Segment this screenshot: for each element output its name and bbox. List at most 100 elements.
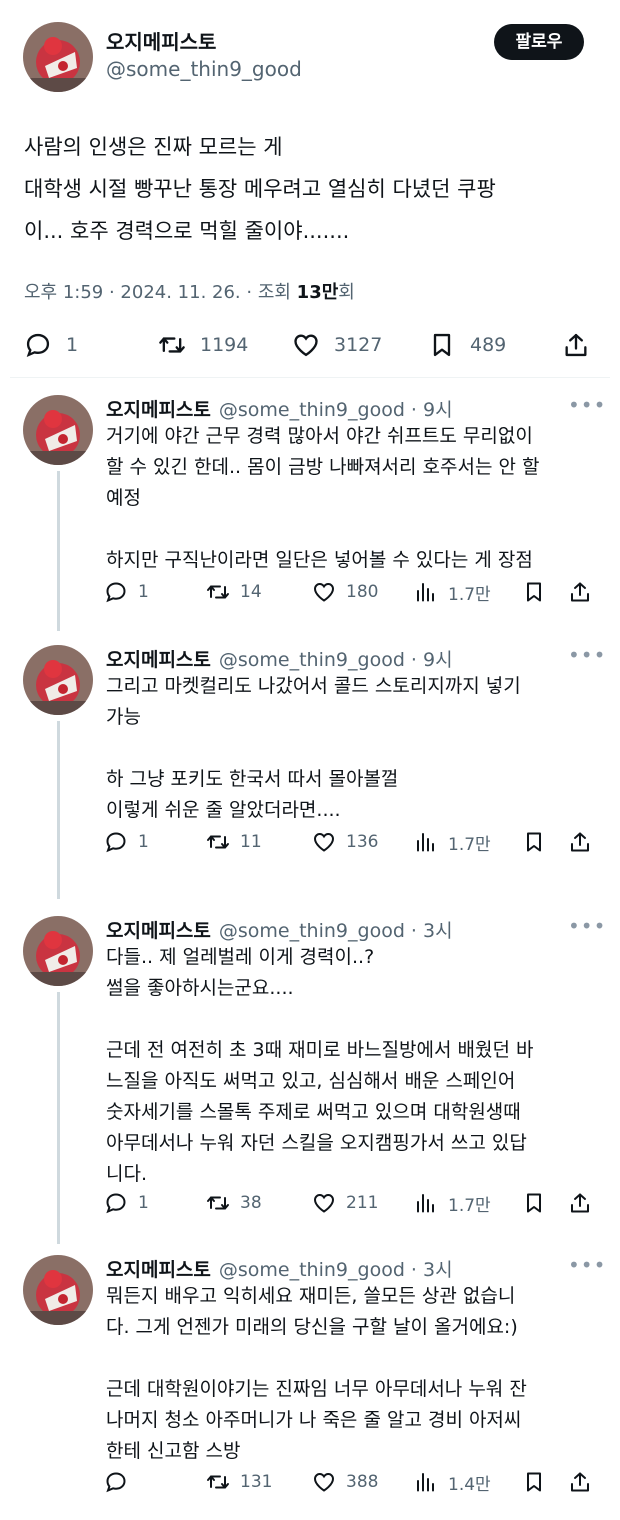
reply-header: 오지메피스토 @some_thin9_good · 9시 [106, 395, 453, 422]
views-button[interactable]: 1.4만 [414, 1467, 491, 1497]
reply-button[interactable]: 1 [104, 827, 149, 857]
reply-text-line: 할 수 있긴 한데.. 몸이 금방 나빠져서리 호주서는 안 할 [106, 456, 540, 478]
thread-line [57, 992, 60, 1244]
reply-text-line: 니다. [106, 1163, 147, 1185]
author-handle-time[interactable]: @some_thin9_good · 3시 [219, 1259, 453, 1281]
share-button[interactable] [562, 325, 590, 365]
retweet-icon [207, 1475, 229, 1489]
avatar[interactable] [23, 1255, 93, 1325]
retweet-icon [207, 835, 229, 849]
like-count: 211 [346, 1193, 379, 1213]
reply-count: 1 [138, 1193, 149, 1213]
heart-icon [294, 334, 318, 357]
retweet-button[interactable]: 14 [206, 577, 262, 607]
like-button[interactable]: 388 [312, 1467, 378, 1497]
bookmark-icon [527, 1472, 541, 1492]
reply-text-line: 뭐든지 배우고 익히세요 재미든, 쓸모든 상관 없습니 [106, 1285, 516, 1307]
bookmark-button[interactable] [522, 577, 546, 607]
author-handle-time[interactable]: @some_thin9_good · 9시 [219, 399, 453, 421]
reply-text-line: 썰을 좋아하시는군요.... [106, 977, 294, 999]
author-name[interactable]: 오지메피스토 [106, 649, 211, 671]
like-button[interactable]: 3127 [292, 325, 382, 365]
tweet-text-line: 사람의 인생은 진짜 모르는 게 [24, 135, 283, 159]
view-count: 13만 [296, 282, 339, 303]
avatar[interactable] [23, 395, 93, 465]
reply-icon [106, 832, 126, 853]
author-handle-time[interactable]: @some_thin9_good · 9시 [219, 649, 453, 671]
author-handle[interactable]: @some_thin9_good [106, 57, 302, 81]
follow-button[interactable]: 팔로우 [494, 24, 584, 60]
reply-text-line: 나머지 청소 아주머니가 나 죽은 줄 알고 경비 아저씨 [106, 1409, 522, 1431]
reply-actions: 1 14 180 1.7만 [104, 577, 594, 607]
reply-header: 오지메피스토 @some_thin9_good · 3시 [106, 916, 453, 943]
tweet-text-line: 이... 호주 경력으로 먹힐 줄이야....... [24, 219, 350, 243]
reply-header: 오지메피스토 @some_thin9_good · 9시 [106, 645, 453, 672]
tweet-actions: 1 1194 3127 489 [24, 325, 594, 365]
bookmark-icon [527, 832, 541, 852]
reply-text-line: 그리고 마켓컬리도 나갔어서 콜드 스토리지까지 넣기 [106, 675, 521, 697]
reply-button[interactable]: 1 [104, 577, 149, 607]
more-icon[interactable]: ••• [568, 643, 606, 667]
retweet-button[interactable]: 131 [206, 1467, 272, 1497]
retweet-icon [159, 337, 185, 353]
author-name[interactable]: 오지메피스토 [106, 26, 216, 55]
heart-icon [313, 1472, 335, 1492]
view-count: 1.7만 [448, 1195, 491, 1216]
author-name[interactable]: 오지메피스토 [106, 1259, 211, 1281]
reply-text-line: 하지만 구직난이라면 일단은 넣어볼 수 있다는 게 장점 [106, 549, 533, 571]
reply-text: 뭐든지 배우고 익히세요 재미든, 쓸모든 상관 없습니 다. 그게 언젠가 미… [106, 1281, 596, 1467]
like-button[interactable]: 136 [312, 827, 378, 857]
retweet-button[interactable]: 38 [206, 1188, 262, 1218]
views-button[interactable]: 1.7만 [414, 1188, 491, 1218]
more-icon[interactable]: ••• [568, 393, 606, 417]
bookmark-button[interactable] [522, 827, 546, 857]
views-button[interactable]: 1.7만 [414, 827, 491, 857]
like-button[interactable]: 211 [312, 1188, 378, 1218]
reply-text-line: 다. 그게 언젠가 미래의 당신을 구할 날이 올거에요:) [106, 1316, 518, 1338]
retweet-icon [207, 1196, 229, 1210]
retweet-button[interactable]: 1194 [158, 325, 248, 365]
tweet-text-line: 대학생 시절 빵꾸난 통장 메우려고 열심히 다녔던 쿠팡 [24, 177, 496, 201]
reply-text-line: 숫자세기를 스몰톡 주제로 써먹고 있으며 대학원생때 [106, 1101, 521, 1123]
like-button[interactable]: 180 [312, 577, 378, 607]
reply-text-line: 이렇게 쉬운 줄 알았더라면.... [106, 799, 341, 821]
retweet-count: 14 [240, 582, 262, 602]
avatar[interactable] [23, 22, 93, 92]
more-icon[interactable]: ••• [568, 1253, 606, 1277]
reply-text: 그리고 마켓컬리도 나갔어서 콜드 스토리지까지 넣기 가능 하 그냥 포키도 … [106, 671, 596, 826]
share-icon [571, 1472, 589, 1492]
reply-actions: 1 38 211 1.7만 [104, 1188, 594, 1218]
divider [10, 377, 610, 378]
reply-text-line: 근데 전 여전히 초 3때 재미로 바느질방에서 배웠던 바 [106, 1039, 534, 1061]
reply-button[interactable] [104, 1467, 138, 1497]
author-name[interactable]: 오지메피스토 [106, 399, 211, 421]
avatar[interactable] [23, 916, 93, 986]
views-button[interactable]: 1.7만 [414, 577, 491, 607]
bookmark-icon [433, 333, 451, 357]
reply-text-line: 근데 대학원이야기는 진짜임 너무 아무데서나 누워 잔 [106, 1378, 527, 1400]
reply-text-line: 한테 신고함 스방 [106, 1440, 241, 1462]
more-icon[interactable]: ••• [568, 914, 606, 938]
author-name[interactable]: 오지메피스토 [106, 920, 211, 942]
reply-text: 거기에 야간 근무 경력 많아서 야간 쉬프트도 무리없이 할 수 있긴 한데.… [106, 421, 596, 576]
bookmark-button[interactable] [522, 1188, 546, 1218]
reply-count: 1 [138, 582, 149, 602]
share-button[interactable] [568, 577, 592, 607]
avatar[interactable] [23, 645, 93, 715]
bookmark-button[interactable] [522, 1467, 546, 1497]
tweet-text: 사람의 인생은 진짜 모르는 게 대학생 시절 빵꾸난 통장 메우려고 열심히 … [24, 126, 604, 252]
reply-button[interactable]: 1 [104, 1188, 149, 1218]
share-button[interactable] [568, 1467, 592, 1497]
share-button[interactable] [568, 1188, 592, 1218]
share-button[interactable] [568, 827, 592, 857]
author-handle-time[interactable]: @some_thin9_good · 3시 [219, 920, 453, 942]
bookmark-button[interactable]: 489 [428, 325, 506, 365]
like-count: 180 [346, 582, 379, 602]
reply-button[interactable]: 1 [24, 325, 78, 365]
reply-text-line: 하 그냥 포키도 한국서 따서 몰아볼껄 [106, 768, 399, 790]
view-count: 1.7만 [448, 834, 491, 855]
tweet-meta: 오후 1:59 · 2024. 11. 26. · 조회 13만회 [24, 278, 355, 304]
retweet-button[interactable]: 11 [206, 827, 262, 857]
tweet-timestamp[interactable]: 오후 1:59 · 2024. 11. 26. · 조회 [24, 282, 297, 303]
bookmark-count: 489 [470, 334, 507, 356]
